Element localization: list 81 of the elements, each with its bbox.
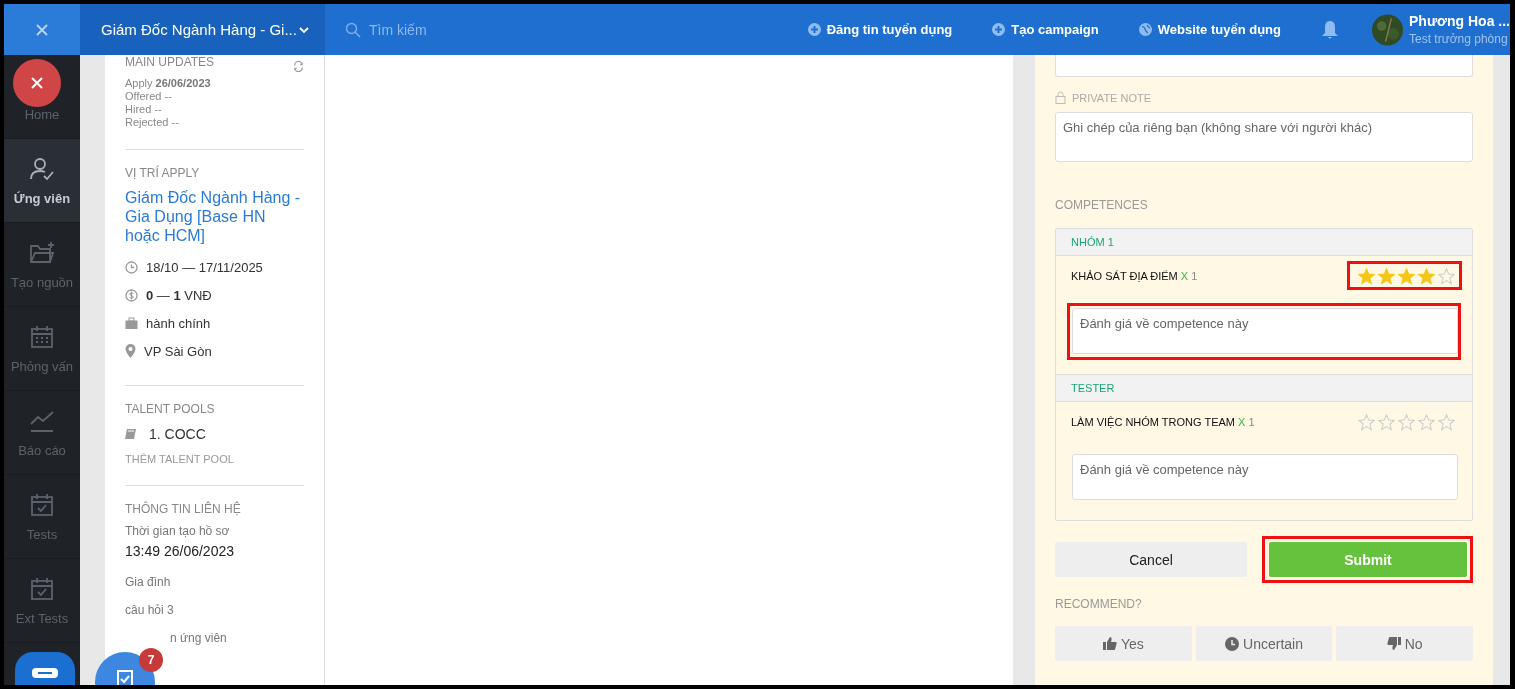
thumbs-down-icon [1386, 637, 1401, 650]
add-talent-pool-link[interactable]: THÊM TALENT POOL [125, 453, 304, 465]
comment-field[interactable]: Đánh giá về competence này [1072, 454, 1458, 500]
chevron-icon [299, 25, 309, 34]
star-icon[interactable] [1378, 268, 1395, 285]
section-heading: THÔNG TIN LIÊN HỆ [125, 502, 242, 516]
clock-icon [125, 260, 138, 274]
bell-icon[interactable] [1321, 19, 1339, 40]
nav-item[interactable]: Ứng viên [4, 139, 80, 223]
competence-name: KHẢO SÁT ĐỊA ĐIỂM X 1 [1071, 269, 1198, 282]
job-detail: VP Sài Gòn [144, 343, 212, 359]
header-link[interactable]: Đăng tin tuyển dụng [807, 22, 953, 37]
calendar-icon [28, 323, 56, 350]
section-heading: TALENT POOLS [125, 402, 216, 416]
clipboard-check-icon [116, 668, 134, 685]
book-icon [125, 428, 137, 440]
update-line: Apply 26/06/2023 [125, 77, 212, 90]
field-label: câu hỏi 3 [125, 603, 175, 617]
location-pin-icon [125, 344, 136, 358]
field-label: n ứng viên [169, 631, 228, 645]
search-field[interactable]: Tìm kiếm [367, 20, 552, 39]
group-header: TESTER [1056, 374, 1472, 402]
star-icon[interactable] [1358, 414, 1375, 431]
person-check-icon [28, 155, 56, 182]
update-line: Offered -- [125, 90, 173, 103]
calendar-check-icon [28, 491, 56, 518]
job-selector[interactable]: Giám Đốc Ngành Hàng - Gi... [80, 4, 325, 55]
chat-icon [32, 666, 58, 678]
update-line: Rejected -- [125, 116, 180, 129]
job-detail: hành chính [146, 315, 211, 331]
recommend-button[interactable]: Yes [1055, 626, 1192, 661]
star-icon[interactable] [1358, 268, 1375, 285]
section-heading: COMPETENCES [1055, 198, 1149, 212]
user-role: Test trưởng phòng [1409, 32, 1509, 46]
thumbs-up-icon [1102, 637, 1117, 650]
clock-icon [1225, 636, 1240, 651]
close-icon [35, 22, 49, 37]
lock-icon [1055, 91, 1066, 104]
section-heading: RECOMMEND? [1055, 597, 1143, 611]
cancel-button[interactable]: Cancel [1055, 542, 1247, 577]
job-detail: 0 — 1 VNĐ [146, 287, 212, 303]
comment-field[interactable]: Đánh giá về competence này [1072, 308, 1458, 354]
folder-icon [28, 239, 56, 266]
section-heading: MAIN UPDATES [125, 55, 215, 69]
star-icon[interactable] [1398, 414, 1415, 431]
field-label: Thời gian tạo hồ sơ [125, 524, 231, 538]
close-icon [30, 76, 44, 90]
briefcase-icon [125, 316, 138, 330]
recommend-button[interactable]: No [1336, 626, 1473, 661]
field-label: PRIVATE NOTE [1072, 91, 1152, 104]
star-icon[interactable] [1418, 414, 1435, 431]
job-link[interactable]: Giám Đốc Ngành Hàng - Gia Dụng [Base HN hoặc HCM] [125, 188, 304, 245]
star-icon[interactable] [1398, 268, 1415, 285]
dollar-icon [125, 288, 138, 302]
competence-name: LÀM VIỆC NHÓM TRONG TEAM X 1 [1071, 415, 1255, 428]
job-detail: 18/10 — 17/11/2025 [146, 259, 263, 275]
plus-icon [992, 23, 1006, 36]
header-link[interactable]: Tạo campaign [992, 22, 1099, 37]
header-link[interactable]: Website tuyển dụng [1138, 22, 1281, 37]
plus-icon [807, 23, 821, 36]
count-badge: 7 [139, 648, 163, 672]
star-icon[interactable] [1378, 414, 1395, 431]
star-icon[interactable] [1438, 414, 1455, 431]
star-icon[interactable] [1438, 268, 1455, 285]
group-header: NHÓM 1 [1056, 229, 1472, 256]
refresh-icon[interactable] [293, 60, 304, 72]
search-icon [345, 21, 361, 38]
chat-button[interactable] [15, 652, 75, 685]
update-line: Hired -- [125, 103, 163, 116]
field-value: 13:49 26/06/2023 [125, 543, 235, 559]
talent-pool: 1. COCC [149, 426, 206, 442]
calendar-check-icon [28, 575, 56, 602]
star-icon[interactable] [1418, 268, 1435, 285]
avatar[interactable] [1372, 13, 1403, 46]
section-heading: VỊ TRÍ APPLY [125, 166, 201, 180]
text-field[interactable] [1055, 55, 1473, 77]
recommend-button[interactable]: Uncertain [1195, 626, 1333, 661]
user-name: Phương Hoa ... [1409, 13, 1510, 29]
globe-icon [1138, 23, 1152, 36]
field-label: Gia đình [125, 575, 172, 589]
private-note-field[interactable]: Ghi chép của riêng bạn (không share với người khác) [1055, 112, 1473, 162]
